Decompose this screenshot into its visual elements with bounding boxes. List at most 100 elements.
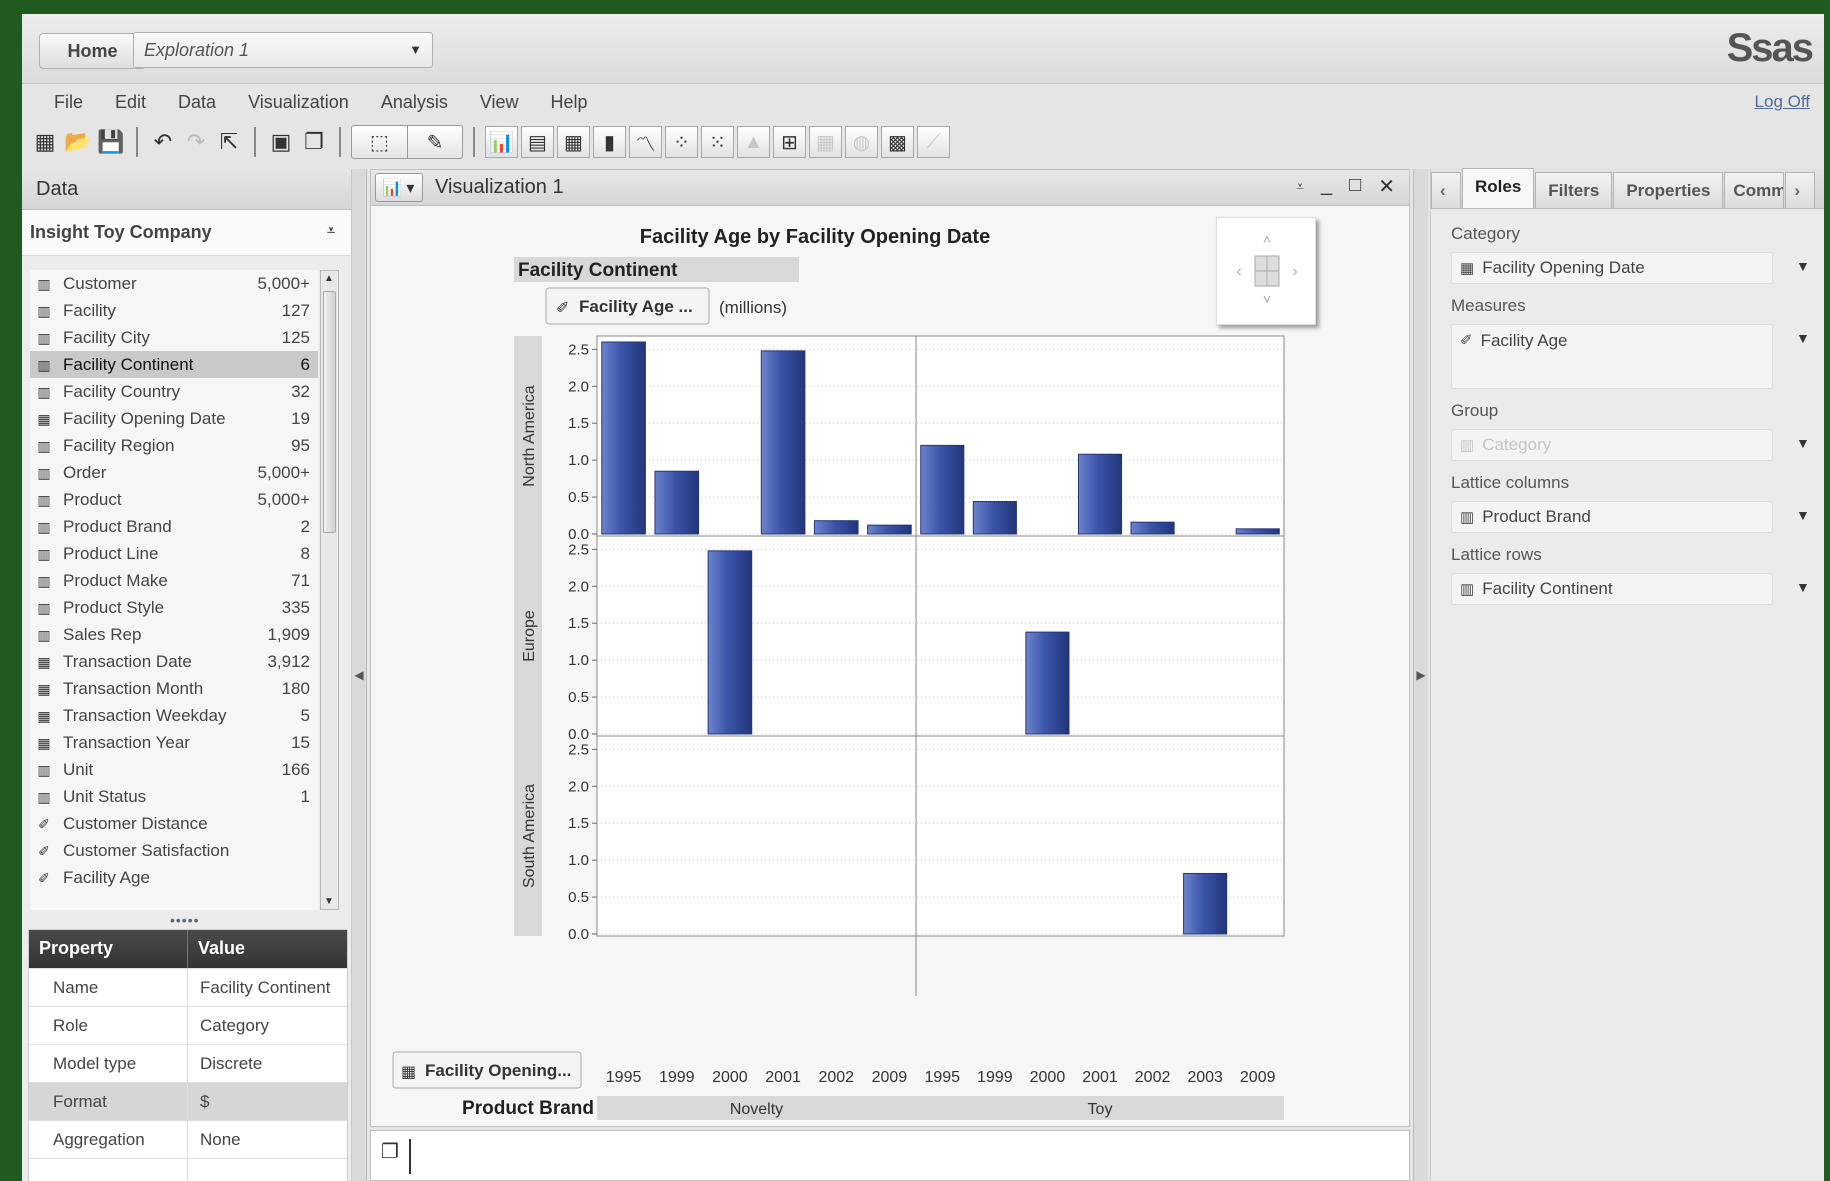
data-item[interactable]: ▥ Product Line 8	[30, 540, 318, 567]
role-field[interactable]: ▥ Category	[1451, 429, 1773, 461]
menu-edit[interactable]: Edit	[115, 92, 146, 113]
maximize-icon[interactable]: □	[1349, 174, 1361, 199]
grid-menu-icon[interactable]: ▦	[30, 127, 60, 157]
chevron-down-icon[interactable]: ▼	[1796, 435, 1810, 451]
collapse-left-icon[interactable]: ◀	[354, 668, 363, 682]
tab-properties[interactable]: Properties	[1613, 172, 1724, 208]
bar[interactable]	[1025, 631, 1070, 735]
data-item[interactable]: ▦ Transaction Year 15	[30, 729, 318, 756]
table-icon[interactable]: ▤	[521, 126, 554, 158]
log-off-link[interactable]: Log Off	[1755, 92, 1810, 112]
property-row[interactable]: Model type Discrete	[29, 1044, 347, 1082]
data-item[interactable]: ▥ Facility Region 95	[30, 432, 318, 459]
property-row[interactable]: Role Category	[29, 1006, 347, 1044]
data-item[interactable]: ▥ Product Brand 2	[30, 513, 318, 540]
measure-button[interactable]: ✐ Facility Age ...	[545, 287, 710, 325]
export-icon[interactable]: ⇱	[214, 127, 244, 157]
menu-help[interactable]: Help	[551, 92, 588, 113]
data-item[interactable]: ▦ Transaction Date 3,912	[30, 648, 318, 675]
data-item[interactable]: ▥ Customer 5,000+	[30, 270, 318, 297]
data-list-scrollbar[interactable]: ▲ ▼	[320, 270, 339, 910]
bar[interactable]	[1077, 453, 1123, 535]
property-value[interactable]: None	[188, 1121, 253, 1158]
multi-view-icon[interactable]: ❐	[299, 127, 329, 157]
visualization-type-button[interactable]: 📊 ▾	[375, 173, 423, 202]
role-field[interactable]: ▥ Facility Continent	[1451, 573, 1773, 605]
property-value[interactable]: $	[188, 1083, 221, 1120]
tab-comments[interactable]: Comm	[1724, 172, 1785, 208]
data-item[interactable]: ✐ Facility Age	[30, 864, 318, 891]
bar[interactable]	[813, 520, 859, 535]
open-folder-icon[interactable]: 📂	[63, 127, 93, 157]
data-item[interactable]: ✐ Customer Satisfaction	[30, 837, 318, 864]
bar[interactable]	[1235, 528, 1280, 535]
data-item[interactable]: ▥ Facility City 125	[30, 324, 318, 351]
comment-bar[interactable]: ❐	[370, 1130, 1410, 1181]
collapse-right-icon[interactable]: ▶	[1416, 668, 1425, 682]
chevron-down-icon[interactable]: ▼	[1796, 507, 1810, 523]
property-row[interactable]: Aggregation None	[29, 1120, 347, 1158]
home-button[interactable]: Home	[39, 33, 146, 69]
navigation-control[interactable]: ˄ ‹ › ˅	[1216, 217, 1316, 325]
menu-view[interactable]: View	[480, 92, 519, 113]
menu-analysis[interactable]: Analysis	[381, 92, 448, 113]
bar-chart-icon[interactable]: ▮	[593, 126, 626, 158]
scroll-up-icon[interactable]: ▲	[324, 273, 334, 284]
resize-grip[interactable]: •••••	[170, 912, 200, 928]
data-source-selector[interactable]: Insight Toy Company ⩡	[22, 210, 351, 256]
data-item[interactable]: ▦ Transaction Month 180	[30, 675, 318, 702]
bubble-plot-icon[interactable]: ⁙	[701, 126, 734, 158]
data-item[interactable]: ▥ Product Style 335	[30, 594, 318, 621]
heat-map-icon[interactable]: ▦	[809, 126, 842, 158]
auto-chart-icon[interactable]: 📊	[485, 126, 518, 158]
tab-scroll-left[interactable]: ‹	[1431, 172, 1461, 208]
right-splitter[interactable]: ▶	[1413, 169, 1428, 1181]
property-value[interactable]: Category	[188, 1007, 281, 1044]
property-value[interactable]: Discrete	[188, 1045, 274, 1082]
crosstab-icon[interactable]: ▦	[557, 126, 590, 158]
category-button[interactable]: ▦ Facility Opening...	[392, 1051, 582, 1089]
chevron-down-icon[interactable]: ▼	[1796, 330, 1810, 346]
select-mode-icon[interactable]: ⬚	[352, 126, 407, 158]
save-icon[interactable]: 💾	[96, 127, 126, 157]
data-item[interactable]: ▥ Product Make 71	[30, 567, 318, 594]
bar[interactable]	[1183, 872, 1228, 935]
data-item[interactable]: ✐ Customer Distance	[30, 810, 318, 837]
scatter-plot-icon[interactable]: ⁘	[665, 126, 698, 158]
single-view-icon[interactable]: ▣	[266, 127, 296, 157]
data-item[interactable]: ▥ Unit 166	[30, 756, 318, 783]
redo-icon[interactable]: ↷	[181, 127, 211, 157]
menu-visualization[interactable]: Visualization	[248, 92, 349, 113]
data-item[interactable]: ▥ Order 5,000+	[30, 459, 318, 486]
bar[interactable]	[760, 350, 806, 535]
chevron-down-icon[interactable]: ▼	[1796, 579, 1810, 595]
role-field[interactable]: ▥ Product Brand	[1451, 501, 1773, 533]
menu-data[interactable]: Data	[178, 92, 216, 113]
bar[interactable]	[867, 524, 912, 535]
data-source-menu-icon[interactable]: ⩡	[327, 222, 335, 239]
brush-mode-icon[interactable]: ✎	[407, 126, 462, 158]
data-item[interactable]: ▥ Facility 127	[30, 297, 318, 324]
data-item[interactable]: ▦ Transaction Weekday 5	[30, 702, 318, 729]
data-item[interactable]: ▥ Facility Country 32	[30, 378, 318, 405]
tab-filters[interactable]: Filters	[1535, 172, 1613, 208]
undo-icon[interactable]: ↶	[148, 127, 178, 157]
forecast-icon[interactable]: ⟋	[917, 126, 950, 158]
left-splitter[interactable]: ◀	[352, 169, 367, 1181]
data-item[interactable]: ▥ Sales Rep 1,909	[30, 621, 318, 648]
minimize-icon[interactable]: _	[1321, 174, 1332, 199]
role-field[interactable]: ▦ Facility Opening Date	[1451, 252, 1773, 284]
data-item[interactable]: ▥ Unit Status 1	[30, 783, 318, 810]
scroll-down-icon[interactable]: ▼	[324, 896, 334, 907]
bar[interactable]	[654, 470, 700, 535]
line-chart-icon[interactable]: 〽	[629, 126, 662, 158]
scrollbar-thumb[interactable]	[323, 291, 336, 533]
property-row[interactable]: Name Facility Continent	[29, 968, 347, 1006]
histogram-icon[interactable]: ▲	[737, 126, 770, 158]
close-icon[interactable]: ✕	[1378, 174, 1395, 199]
bar[interactable]	[601, 341, 646, 535]
chevron-down-icon[interactable]: ▼	[1796, 258, 1810, 274]
multi-view-icon[interactable]: ❐	[381, 1139, 399, 1164]
bar[interactable]	[1130, 521, 1175, 535]
data-item[interactable]: ▥ Facility Continent 6	[30, 351, 318, 378]
